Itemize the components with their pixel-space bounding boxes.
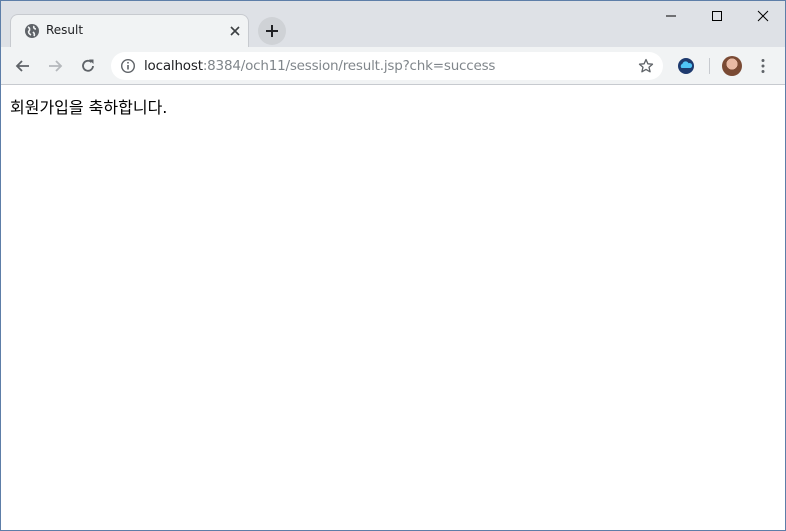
- arrow-left-icon: [15, 60, 29, 72]
- info-icon[interactable]: [120, 58, 136, 74]
- back-button[interactable]: [10, 53, 36, 79]
- close-tab-icon[interactable]: [227, 23, 243, 39]
- profile-avatar[interactable]: [722, 56, 742, 76]
- more-vert-icon[interactable]: [753, 56, 773, 76]
- toolbar-divider: [709, 58, 710, 74]
- address-bar[interactable]: localhost:8384/och11/session/result.jsp?…: [111, 52, 663, 80]
- toolbar: localhost:8384/och11/session/result.jsp?…: [1, 47, 785, 85]
- star-icon[interactable]: [638, 58, 654, 74]
- browser-window: Result localhost:8384/och11/session/resu…: [0, 0, 786, 531]
- title-bar: Result: [1, 1, 785, 47]
- url-path: :8384/och11/session/result.jsp?chk=succe…: [202, 58, 496, 74]
- url-host: localhost: [144, 58, 203, 74]
- new-tab-button[interactable]: [258, 17, 286, 45]
- reload-button[interactable]: [75, 53, 101, 79]
- signup-success-message: 회원가입을 축하합니다.: [10, 98, 168, 117]
- minimize-button[interactable]: [647, 1, 693, 31]
- maximize-button[interactable]: [693, 1, 739, 31]
- page-content: 회원가입을 축하합니다.: [1, 85, 785, 530]
- globe-icon: [25, 24, 39, 38]
- minimize-icon: [666, 15, 676, 17]
- close-window-button[interactable]: [739, 1, 785, 31]
- tab-result[interactable]: Result: [10, 14, 249, 47]
- url-text[interactable]: localhost:8384/och11/session/result.jsp?…: [144, 58, 495, 74]
- plus-icon: [266, 25, 278, 37]
- extension-cloud-icon[interactable]: [676, 56, 696, 76]
- maximize-icon: [712, 11, 722, 21]
- forward-button[interactable]: [42, 53, 68, 79]
- arrow-right-icon: [49, 60, 63, 72]
- tab-title: Result: [46, 23, 84, 37]
- close-icon: [757, 10, 769, 22]
- reload-icon: [82, 59, 94, 72]
